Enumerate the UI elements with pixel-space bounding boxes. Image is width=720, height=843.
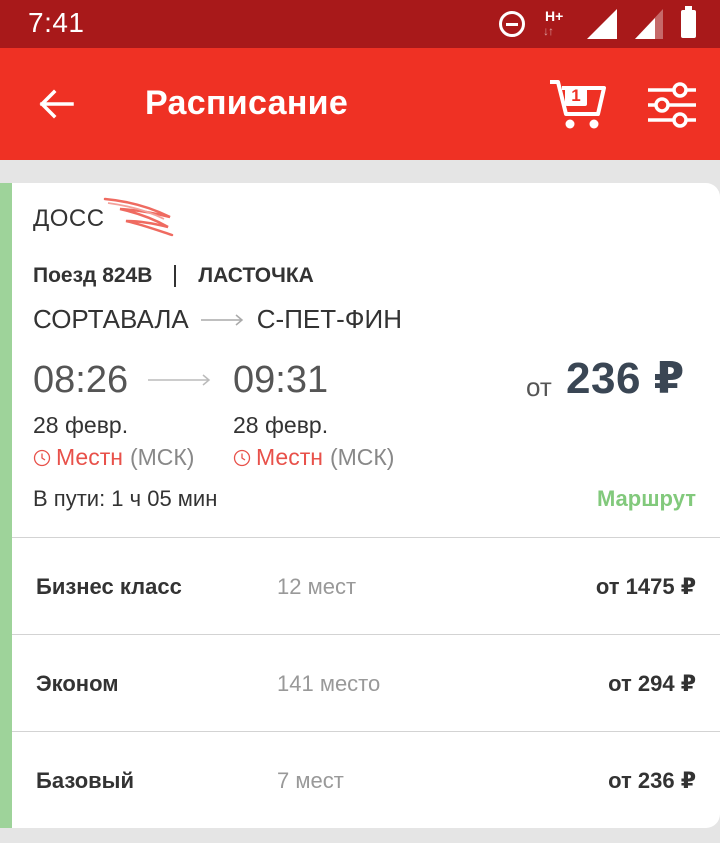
arrival-time: 09:31 <box>233 359 329 401</box>
clock-icon <box>33 449 51 466</box>
carrier-name: ДОСС <box>33 205 105 232</box>
arrow-right-icon <box>200 313 243 326</box>
train-name: ЛАСТОЧКА <box>198 264 314 287</box>
seat-class-name: Базовый <box>36 768 134 793</box>
train-info-separator <box>174 265 177 287</box>
battery-icon <box>681 6 696 38</box>
seat-class-row[interactable]: Базовый 7 мест от 236 ₽ <box>12 732 720 828</box>
arrival-timezone: Местн (МСК) <box>233 444 394 471</box>
filter-button[interactable] <box>644 82 700 128</box>
timezone-msk-label: (МСК) <box>129 444 195 470</box>
route-from-station: СОРТАВАЛА <box>33 304 189 334</box>
arrow-right-icon <box>148 374 211 386</box>
timezone-local-label: Местн <box>56 444 123 470</box>
cart-button[interactable]: 1 <box>548 76 608 132</box>
train-info: Поезд 824В ЛАСТОЧКА <box>33 264 314 288</box>
seat-class-row[interactable]: Бизнес класс 12 мест от 1475 ₽ <box>12 538 720 634</box>
arrival-date: 28 февр. <box>233 412 329 438</box>
status-icons: H+ ↓↑ <box>499 6 696 40</box>
seat-class-name: Эконом <box>36 671 119 696</box>
departure-date: 28 февр. <box>33 412 129 438</box>
route-link[interactable]: Маршрут <box>597 486 696 512</box>
signal-strength-icon <box>587 9 617 39</box>
train-card[interactable]: ДОСС Поезд 824В ЛАСТОЧКА СОРТАВАЛА С-ПЕТ… <box>0 183 720 828</box>
carrier-logo-icon <box>103 197 174 237</box>
route-to-station: С-ПЕТ-ФИН <box>256 304 402 334</box>
signal-strength-secondary-icon <box>635 9 663 39</box>
status-bar: 7:41 H+ ↓↑ <box>0 0 720 48</box>
travel-duration: В пути: 1 ч 05 мин <box>33 486 218 511</box>
page-title: Расписание <box>145 84 349 122</box>
seat-class-name: Бизнес класс <box>36 574 182 599</box>
seat-count: 12 мест <box>277 574 357 599</box>
network-type-icon: H+ ↓↑ <box>543 8 564 38</box>
filter-sliders-icon <box>648 82 696 128</box>
seat-count: 7 мест <box>277 768 344 793</box>
clock-icon <box>233 449 251 466</box>
departure-time: 08:26 <box>33 359 129 401</box>
seat-class-price: от 236 ₽ <box>608 768 696 793</box>
card-accent-bar <box>0 183 12 828</box>
do-not-disturb-icon <box>499 11 525 37</box>
status-time: 7:41 <box>28 7 85 38</box>
seat-class-row[interactable]: Эконом 141 место от 294 ₽ <box>12 635 720 731</box>
timezone-local-label: Местн <box>256 444 323 470</box>
seat-class-price: от 294 ₽ <box>608 671 696 696</box>
route: СОРТАВАЛА С-ПЕТ-ФИН <box>33 304 402 335</box>
price-from-label: от <box>526 372 552 402</box>
arrow-left-icon <box>39 89 74 119</box>
timezone-msk-label: (МСК) <box>329 444 395 470</box>
seat-class-price: от 1475 ₽ <box>595 574 696 599</box>
app-bar: Расписание 1 <box>0 48 720 160</box>
back-button[interactable] <box>30 78 82 130</box>
seat-count: 141 место <box>277 671 381 696</box>
train-number: Поезд 824В <box>33 264 153 287</box>
cart-count-badge: 1 <box>565 86 587 106</box>
departure-timezone: Местн (МСК) <box>33 444 194 471</box>
min-price: 236 ₽ <box>566 354 685 403</box>
